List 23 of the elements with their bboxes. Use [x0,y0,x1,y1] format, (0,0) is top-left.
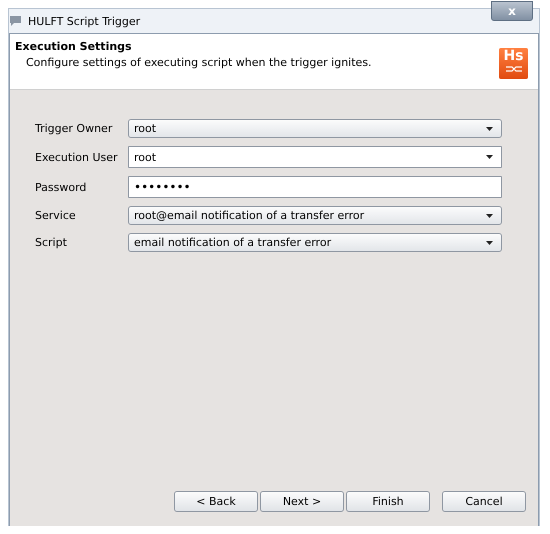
app-logo: Hs [499,48,528,79]
dropdown[interactable]: root [128,119,502,138]
window-title: HULFT Script Trigger [28,14,140,28]
wizard-button[interactable]: < Back [174,491,258,512]
wizard-button[interactable]: Cancel [442,491,526,512]
dropdown[interactable]: root@email notification of a transfer error [128,206,502,225]
field-label: Script [35,236,68,249]
dropdown-arrow-icon [486,214,493,218]
password-field[interactable]: •••••••• [128,176,502,198]
speech-bubble-icon [9,14,22,28]
dropdown-arrow-icon [486,126,493,130]
page-title: Execution Settings [15,40,133,53]
dropdown-arrow-icon [486,155,493,159]
dropdown-arrow-icon [486,240,493,244]
field-label: Trigger Owner [35,122,114,135]
wizard-button[interactable]: Finish [346,491,430,512]
wizard-button[interactable]: Next > [260,491,344,512]
combo-input-field[interactable]: root [128,146,502,168]
field-label: Password [35,180,88,194]
field-label: Service [35,209,77,222]
dropdown[interactable]: email notification of a transfer error [128,233,502,252]
field-label: Execution User [35,150,119,164]
page-description: Configure settings of executing script when the trigger ignites. [26,56,372,69]
